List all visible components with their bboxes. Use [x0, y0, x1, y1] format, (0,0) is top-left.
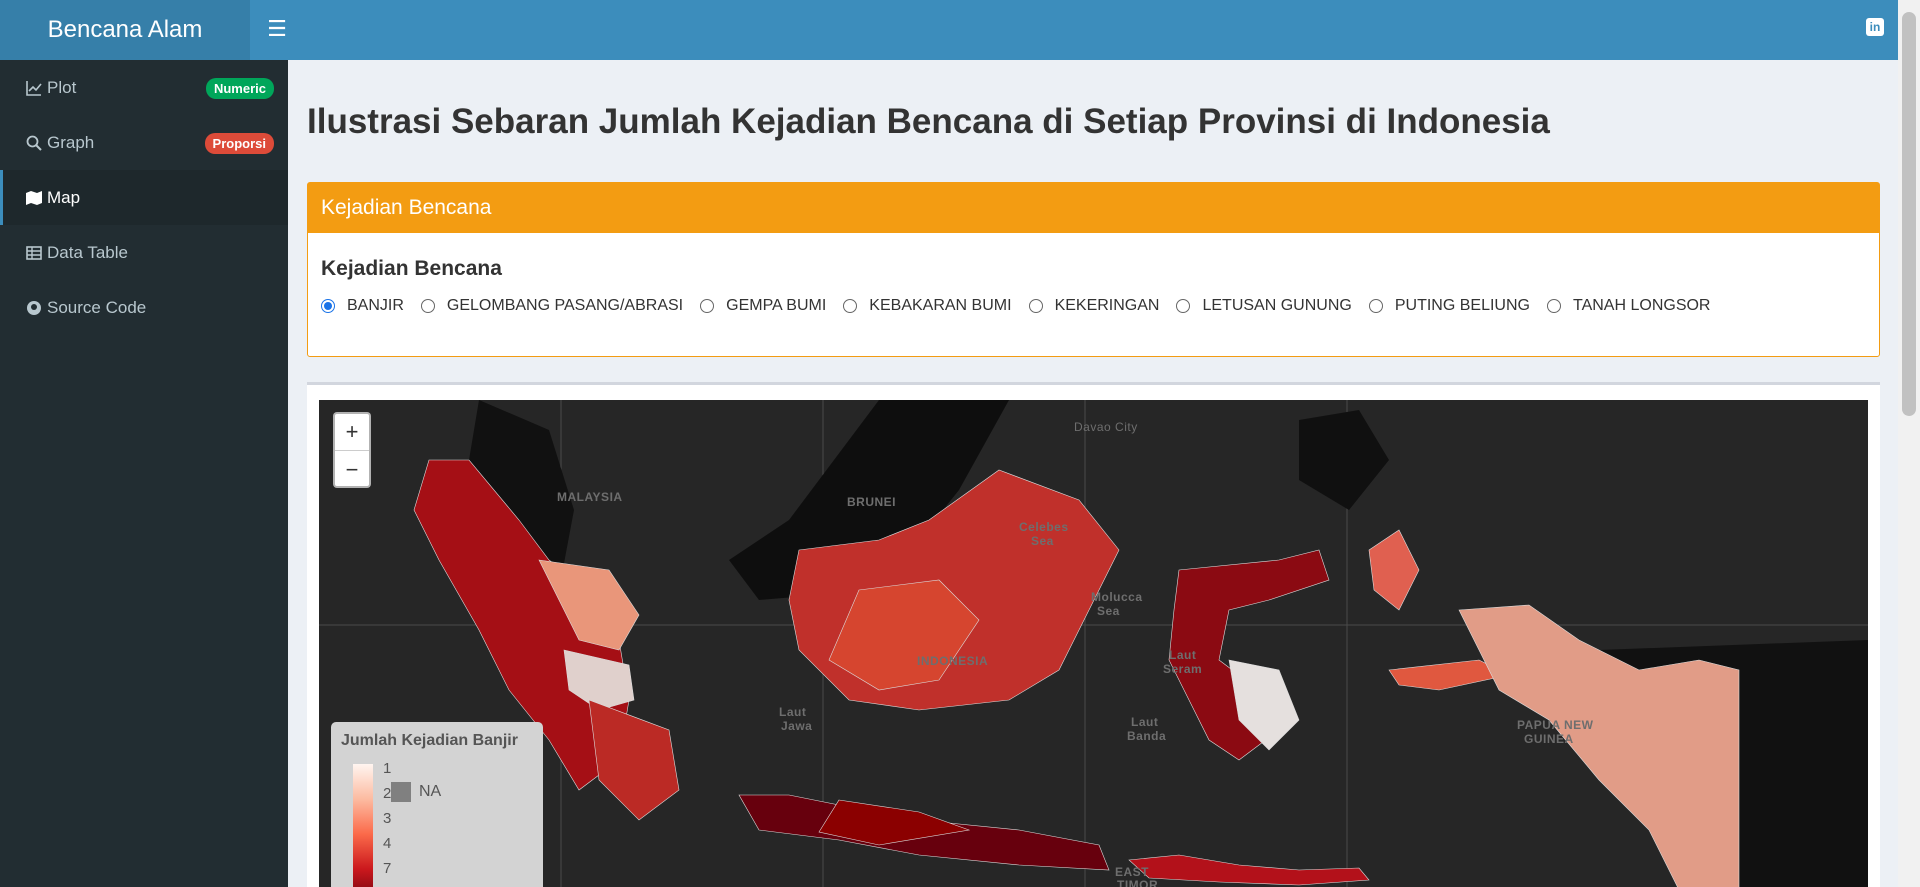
radio-group-label: Kejadian Bencana — [321, 257, 502, 280]
legend-title: Jumlah Kejadian Banjir — [341, 732, 518, 749]
radio-button[interactable] — [1028, 299, 1043, 313]
radio-label: GELOMBANG PASANG/ABRASI — [446, 297, 684, 314]
map-canvas — [319, 400, 1868, 887]
hamburger-icon: ☰ — [267, 16, 287, 41]
choropleth-map[interactable]: MALAYSIA BRUNEI Celebes Sea Molucca Sea … — [319, 400, 1868, 887]
sidebar-item-label: Plot — [47, 77, 77, 97]
na-swatch — [391, 782, 411, 802]
radio-label: PUTING BELIUNG — [1394, 297, 1530, 314]
radio-label: GEMPA BUMI — [726, 297, 827, 314]
legend-na: NA — [391, 782, 441, 802]
panel-header: Kejadian Bencana — [308, 183, 1879, 233]
disaster-select-panel: Kejadian Bencana Kejadian Bencana BANJIR… — [307, 182, 1880, 357]
sidebar-item-map[interactable]: Map — [0, 170, 288, 225]
legend-tick: 1 — [383, 760, 392, 777]
map-label-guinea: GUINEA — [1524, 732, 1574, 746]
na-label: NA — [419, 783, 442, 800]
radio-kebakaran-bumi[interactable]: KEBAKARAN BUMI — [843, 297, 1012, 315]
radio-gempa-bumi[interactable]: GEMPA BUMI — [700, 297, 826, 315]
map-panel: MALAYSIA BRUNEI Celebes Sea Molucca Sea … — [307, 382, 1880, 887]
legend-tick: 4 — [383, 835, 392, 852]
radio-banjir[interactable]: BANJIR — [321, 297, 404, 315]
main-content: Ilustrasi Sebaran Jumlah Kejadian Bencan… — [288, 60, 1898, 887]
legend-ticks: 1 2 3 4 7 12 — [383, 756, 400, 887]
top-navbar: Bencana Alam ☰ in — [0, 0, 1898, 60]
philippines-landmass — [1299, 410, 1389, 510]
zoom-in-button[interactable]: + — [335, 414, 369, 451]
map-label-seram: Seram — [1163, 662, 1203, 676]
legend-tick: 7 — [383, 860, 392, 877]
line-chart-icon — [25, 79, 43, 97]
linkedin-icon[interactable]: in — [1866, 18, 1884, 36]
search-chart-icon — [25, 134, 43, 152]
sidebar-item-graph[interactable]: Graph Proporsi — [0, 115, 288, 170]
radio-button[interactable] — [321, 299, 335, 313]
radio-puting-beliung[interactable]: PUTING BELIUNG — [1368, 297, 1530, 315]
radio-button[interactable] — [700, 299, 715, 313]
map-label-png: PAPUA NEW — [1517, 718, 1594, 732]
sidebar-item-plot[interactable]: Plot Numeric — [0, 60, 288, 115]
radio-label: LETUSAN GUNUNG — [1202, 297, 1352, 314]
map-label-celebes: Celebes — [1019, 520, 1069, 534]
map-label-indonesia: INDONESIA — [917, 654, 989, 668]
radio-label: KEBAKARAN BUMI — [869, 297, 1012, 314]
map-legend: Jumlah Kejadian Banjir 1 2 3 4 7 12 NA — [331, 722, 543, 887]
sidebar-item-source-code[interactable]: Source Code — [0, 280, 288, 335]
legend-tick: 3 — [383, 810, 392, 827]
radio-label: BANJIR — [347, 297, 404, 314]
sidebar-item-label: Source Code — [47, 297, 147, 317]
radio-label: KEKERINGAN — [1054, 297, 1160, 314]
map-icon — [25, 189, 43, 207]
sidebar-item-label: Graph — [47, 132, 95, 152]
page-title: Ilustrasi Sebaran Jumlah Kejadian Bencan… — [307, 102, 1550, 141]
zoom-control: + − — [333, 412, 371, 488]
sidebar: Plot Numeric Graph Proporsi Map Data Tab… — [0, 60, 288, 887]
radio-button[interactable] — [1176, 299, 1191, 313]
scroll-thumb[interactable] — [1902, 12, 1916, 416]
nusa-tenggara-region[interactable] — [1128, 854, 1370, 886]
sumsel-region[interactable] — [588, 699, 680, 821]
map-label-laut-banda: Laut — [1131, 715, 1159, 729]
disaster-radio-group: BANJIR GELOMBANG PASANG/ABRASI GEMPA BUM… — [321, 297, 1866, 315]
map-label-brunei: BRUNEI — [847, 495, 897, 509]
maluku-utara-region[interactable] — [1368, 529, 1420, 611]
map-label-east: EAST — [1115, 865, 1150, 879]
proporsi-badge: Proporsi — [204, 133, 274, 154]
radio-button[interactable] — [1368, 299, 1383, 313]
radio-kekeringan[interactable]: KEKERINGAN — [1028, 297, 1160, 315]
page-scrollbar[interactable] — [1898, 0, 1920, 887]
app-title[interactable]: Bencana Alam — [0, 0, 250, 60]
radio-gelombang-pasang[interactable]: GELOMBANG PASANG/ABRASI — [420, 297, 684, 315]
radio-tanah-longsor[interactable]: TANAH LONGSOR — [1546, 297, 1711, 315]
table-icon — [25, 244, 43, 262]
github-icon — [25, 299, 43, 317]
sidebar-item-label: Data Table — [47, 242, 128, 262]
radio-button[interactable] — [420, 299, 435, 313]
map-label-laut-jawa: Laut — [779, 705, 807, 719]
map-label-laut-seram: Laut — [1169, 648, 1197, 662]
map-label-molucca: Molucca — [1091, 590, 1143, 604]
map-label-davao: Davao City — [1074, 420, 1138, 434]
map-label-molucca-sea: Sea — [1097, 604, 1120, 618]
radio-button[interactable] — [1546, 299, 1561, 313]
radio-label: TANAH LONGSOR — [1572, 297, 1711, 314]
radio-button[interactable] — [843, 299, 858, 313]
sidebar-toggle-button[interactable]: ☰ — [262, 14, 292, 44]
sidebar-item-data-table[interactable]: Data Table — [0, 225, 288, 280]
map-label-timor: TIMOR — [1117, 878, 1159, 887]
map-label-jawa: Jawa — [781, 719, 813, 733]
zoom-out-button[interactable]: − — [335, 451, 369, 488]
map-label-malaysia: MALAYSIA — [557, 490, 623, 504]
map-label-celebes-sea: Sea — [1031, 534, 1054, 548]
legend-tick: 12 — [383, 881, 400, 887]
legend-color-scale — [353, 764, 373, 887]
radio-letusan-gunung[interactable]: LETUSAN GUNUNG — [1176, 297, 1352, 315]
map-label-banda: Banda — [1127, 729, 1167, 743]
numeric-badge: Numeric — [205, 78, 274, 99]
sidebar-item-label: Map — [47, 187, 81, 207]
